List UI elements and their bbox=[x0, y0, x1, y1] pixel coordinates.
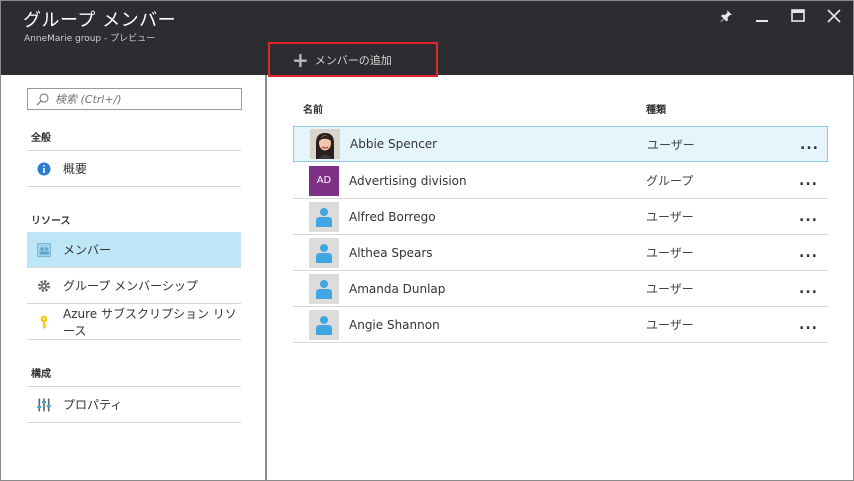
member-type: ユーザー bbox=[646, 318, 694, 332]
more-options-button[interactable]: ... bbox=[799, 245, 818, 261]
member-type: グループ bbox=[646, 174, 694, 188]
sidebar-item-label: メンバー bbox=[63, 243, 112, 257]
key-icon bbox=[37, 315, 51, 329]
search-placeholder: 検索 (Ctrl+/) bbox=[55, 93, 122, 106]
table-row[interactable]: Abbie Spencer ユーザー ... bbox=[293, 126, 828, 162]
member-type: ユーザー bbox=[646, 210, 694, 224]
section-general: 全般 bbox=[31, 133, 51, 144]
member-name: Abbie Spencer bbox=[350, 137, 438, 151]
member-type: ユーザー bbox=[646, 282, 694, 296]
member-type: ユーザー bbox=[646, 246, 694, 260]
member-name: Alfred Borrego bbox=[349, 209, 436, 224]
pin-icon[interactable] bbox=[715, 7, 737, 25]
sidebar-item-label: グループ メンバーシップ bbox=[63, 279, 198, 293]
sidebar-item-label: プロパティ bbox=[63, 398, 123, 412]
group-initials-avatar: AD bbox=[309, 165, 339, 196]
more-options-button[interactable]: ... bbox=[799, 173, 818, 189]
user-icon bbox=[309, 309, 339, 340]
section-configuration: 構成 bbox=[31, 369, 51, 380]
sidebar-item-label: 概要 bbox=[63, 162, 88, 176]
user-icon bbox=[309, 237, 339, 268]
member-list-pane: 名前 種類 Abbie Spencer ユーザー ... AD Advertis… bbox=[268, 75, 853, 480]
gear-icon bbox=[37, 279, 51, 293]
properties-icon bbox=[37, 398, 51, 412]
page-title: グループ メンバー bbox=[23, 10, 177, 31]
sidebar-item-label: Azure サブスクリプション リソース bbox=[63, 306, 237, 338]
table-row[interactable]: Amanda Dunlap ユーザー ... bbox=[293, 271, 828, 307]
more-options-button[interactable]: ... bbox=[800, 137, 819, 153]
column-header-name[interactable]: 名前 bbox=[303, 101, 323, 116]
sidebar-item-overview[interactable]: 概要 bbox=[27, 151, 241, 187]
table-row[interactable]: Angie Shannon ユーザー ... bbox=[293, 307, 828, 343]
member-name: Angie Shannon bbox=[349, 317, 440, 332]
add-member-label: メンバーの追加 bbox=[314, 53, 392, 67]
search-input[interactable]: 検索 (Ctrl+/) bbox=[27, 88, 242, 110]
member-name: Amanda Dunlap bbox=[349, 281, 446, 296]
window-controls bbox=[715, 7, 845, 25]
column-header-type[interactable]: 種類 bbox=[646, 101, 666, 116]
resource-menu: 検索 (Ctrl+/) 全般 概要 リソース メンバー グループ メンバーシップ… bbox=[1, 75, 267, 480]
user-photo-avatar bbox=[310, 129, 340, 159]
page-subtitle: AnneMarie group - プレビュー bbox=[24, 34, 156, 44]
member-name: Advertising division bbox=[349, 173, 467, 188]
plus-icon: + bbox=[292, 47, 309, 72]
sidebar-item-members[interactable]: メンバー bbox=[27, 232, 241, 268]
user-icon bbox=[309, 201, 339, 232]
member-name: Althea Spears bbox=[349, 245, 433, 260]
table-row[interactable]: Alfred Borrego ユーザー ... bbox=[293, 199, 828, 235]
member-type: ユーザー bbox=[647, 137, 695, 152]
section-resources: リソース bbox=[31, 216, 71, 227]
members-icon bbox=[37, 242, 51, 257]
close-icon[interactable] bbox=[823, 7, 845, 25]
table-row[interactable]: Althea Spears ユーザー ... bbox=[293, 235, 828, 271]
more-options-button[interactable]: ... bbox=[799, 209, 818, 225]
add-member-button[interactable]: + メンバーの追加 bbox=[268, 42, 438, 77]
sidebar-item-group-membership[interactable]: グループ メンバーシップ bbox=[27, 268, 241, 304]
minimize-icon[interactable] bbox=[751, 7, 773, 25]
user-icon bbox=[309, 273, 339, 304]
table-row[interactable]: AD Advertising division グループ ... bbox=[293, 163, 828, 199]
more-options-button[interactable]: ... bbox=[799, 281, 818, 297]
sidebar-item-properties[interactable]: プロパティ bbox=[27, 387, 241, 423]
info-icon bbox=[37, 162, 51, 176]
sidebar-item-azure-subscription[interactable]: Azure サブスクリプション リソース bbox=[27, 304, 241, 340]
maximize-icon[interactable] bbox=[787, 7, 809, 25]
more-options-button[interactable]: ... bbox=[799, 317, 818, 333]
search-icon bbox=[36, 92, 49, 105]
